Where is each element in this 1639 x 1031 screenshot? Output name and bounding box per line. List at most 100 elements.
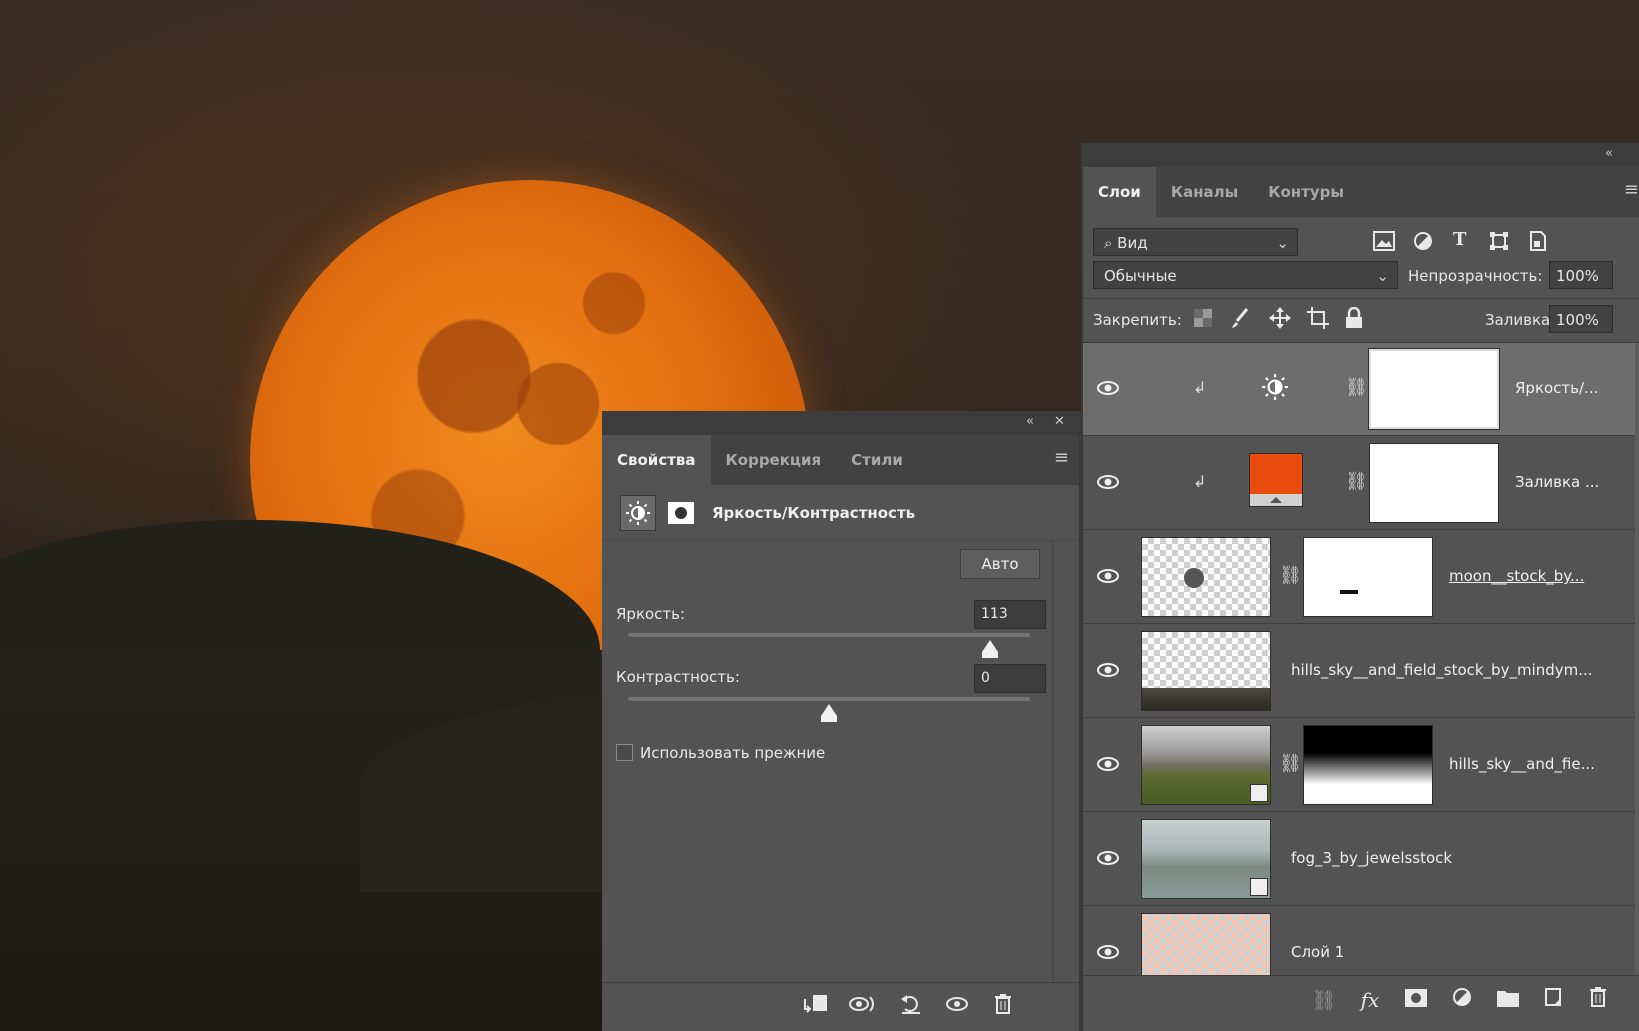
shape-layer-filter-icon[interactable]: [1489, 231, 1509, 256]
view-previous-state-icon[interactable]: [848, 993, 878, 1021]
visibility-eye-icon[interactable]: [1095, 563, 1121, 589]
visibility-eye-icon[interactable]: [1095, 469, 1121, 495]
adjustment-layer-filter-icon[interactable]: [1413, 231, 1433, 256]
layer-row[interactable]: ↲ ⛓ Заливка ...: [1083, 437, 1639, 530]
brightness-adjustment-icon[interactable]: [620, 494, 656, 531]
new-group-icon[interactable]: [1493, 986, 1523, 1014]
contrast-input[interactable]: 0: [974, 664, 1046, 693]
lock-all-icon[interactable]: [1345, 306, 1363, 334]
opacity-input[interactable]: 100%: [1549, 261, 1613, 289]
layer-name[interactable]: hills_sky__and_field_stock_by_mindym...: [1291, 661, 1593, 679]
fill-color-swatch[interactable]: [1249, 453, 1303, 507]
layer-name[interactable]: Слой 1: [1291, 943, 1344, 961]
layer-mask-thumbnail[interactable]: [1303, 537, 1433, 617]
layer-thumbnail[interactable]: [1141, 913, 1271, 976]
brightness-slider-thumb[interactable]: [981, 640, 998, 658]
tab-properties[interactable]: Свойства: [602, 435, 711, 485]
layer-mask-thumbnail[interactable]: [1369, 443, 1499, 523]
layers-list: ↲ ⛓ Яркость/... ↲ ⛓ Заливка ... ⛓ moon__…: [1083, 343, 1639, 976]
visibility-eye-icon[interactable]: [1095, 657, 1121, 683]
visibility-eye-icon[interactable]: [1095, 375, 1121, 401]
chevron-down-icon: ⌄: [1376, 267, 1389, 285]
brightness-input[interactable]: 113: [974, 600, 1046, 629]
panel-menu-icon[interactable]: ≡: [1624, 179, 1639, 200]
layer-row[interactable]: ⛓ hills_sky__and_fie...: [1083, 719, 1639, 812]
properties-tabs: Свойства Коррекция Стили ≡: [602, 435, 1079, 485]
delete-icon[interactable]: [988, 993, 1018, 1021]
lock-artboard-icon[interactable]: [1307, 307, 1329, 334]
blend-mode-select[interactable]: Обычные ⌄: [1093, 261, 1398, 289]
layer-mask-thumbnail[interactable]: [1368, 348, 1500, 430]
fill-label: Заливка:: [1485, 311, 1556, 329]
link-chain-icon[interactable]: ⛓: [1345, 377, 1368, 398]
layer-row[interactable]: hills_sky__and_field_stock_by_mindym...: [1083, 625, 1639, 718]
lock-transparent-pixels-icon[interactable]: [1194, 309, 1212, 332]
layer-thumbnail[interactable]: [1141, 537, 1271, 617]
link-chain-icon[interactable]: ⛓: [1279, 753, 1302, 774]
auto-button[interactable]: Авто: [960, 549, 1040, 579]
layers-panel: « Слои Каналы Контуры ≡ ⌕ Вид ⌄ T Обычны…: [1081, 143, 1639, 1031]
opacity-value: 100%: [1556, 267, 1599, 285]
layer-name[interactable]: moon__stock_by...: [1449, 567, 1584, 585]
panel-header: «: [1083, 143, 1639, 167]
reset-icon[interactable]: [896, 993, 926, 1021]
close-icon[interactable]: ✕: [1054, 414, 1065, 429]
link-chain-icon[interactable]: ⛓: [1345, 471, 1368, 492]
link-chain-icon[interactable]: ⛓: [1279, 565, 1302, 586]
fill-value: 100%: [1556, 311, 1599, 329]
fill-input[interactable]: 100%: [1549, 305, 1613, 333]
layer-row[interactable]: fog_3_by_jewelsstock: [1083, 813, 1639, 906]
filter-label: Вид: [1117, 234, 1148, 252]
toggle-visibility-icon[interactable]: [942, 993, 972, 1021]
use-legacy-checkbox[interactable]: [616, 744, 633, 761]
link-layers-icon[interactable]: ⛓: [1309, 986, 1339, 1014]
layer-row[interactable]: ↲ ⛓ Яркость/...: [1083, 343, 1639, 436]
clip-to-layer-icon[interactable]: [800, 993, 830, 1021]
layer-row[interactable]: ⛓ moon__stock_by...: [1083, 531, 1639, 624]
blend-mode-value: Обычные: [1104, 267, 1177, 285]
pixel-layer-filter-icon[interactable]: [1373, 231, 1395, 256]
contrast-slider-thumb[interactable]: [821, 704, 837, 722]
layer-thumbnail[interactable]: [1141, 631, 1271, 711]
brightness-slider-track[interactable]: [628, 633, 1030, 637]
tab-paths[interactable]: Контуры: [1253, 167, 1359, 217]
new-layer-icon[interactable]: [1539, 986, 1569, 1014]
layer-name[interactable]: Заливка ...: [1515, 473, 1599, 491]
lock-image-pixels-icon[interactable]: [1231, 307, 1251, 334]
tab-channels[interactable]: Каналы: [1156, 167, 1253, 217]
smart-object-badge-icon: [1250, 878, 1268, 896]
delete-layer-icon[interactable]: [1583, 986, 1613, 1014]
new-adjustment-layer-icon[interactable]: [1447, 986, 1477, 1014]
contrast-label: Контрастность:: [616, 668, 740, 686]
collapse-icon[interactable]: «: [1026, 414, 1034, 429]
fx-icon[interactable]: fx: [1355, 986, 1385, 1014]
clipping-arrow-icon: ↲: [1193, 378, 1207, 397]
layers-scrollbar[interactable]: [1635, 343, 1639, 973]
tab-styles[interactable]: Стили: [836, 435, 918, 485]
layers-bottom-bar: ⛓ fx: [1083, 975, 1639, 1031]
type-layer-filter-icon[interactable]: T: [1453, 229, 1466, 250]
lock-position-icon[interactable]: [1269, 307, 1291, 334]
mask-icon[interactable]: [664, 495, 698, 530]
layer-row[interactable]: Слой 1: [1083, 907, 1639, 976]
layer-name[interactable]: hills_sky__and_fie...: [1449, 755, 1595, 773]
layer-name[interactable]: Яркость/...: [1515, 379, 1598, 397]
layer-thumbnail[interactable]: [1141, 725, 1271, 805]
search-icon: ⌕: [1104, 234, 1118, 252]
brightness-contrast-icon: [1261, 373, 1289, 405]
layer-thumbnail[interactable]: [1141, 819, 1271, 899]
visibility-eye-icon[interactable]: [1095, 751, 1121, 777]
add-mask-icon[interactable]: [1401, 986, 1431, 1014]
layer-filter-select[interactable]: ⌕ Вид ⌄: [1093, 228, 1298, 256]
tab-layers[interactable]: Слои: [1083, 167, 1156, 217]
visibility-eye-icon[interactable]: [1095, 939, 1121, 965]
smart-object-filter-icon[interactable]: [1529, 231, 1547, 256]
panel-menu-icon[interactable]: ≡: [1054, 447, 1069, 468]
layer-name[interactable]: fog_3_by_jewelsstock: [1291, 849, 1452, 867]
collapse-icon[interactable]: «: [1605, 146, 1613, 161]
visibility-eye-icon[interactable]: [1095, 845, 1121, 871]
layer-mask-thumbnail[interactable]: [1303, 725, 1433, 805]
tab-adjustments[interactable]: Коррекция: [711, 435, 837, 485]
layers-tabs: Слои Каналы Контуры ≡: [1083, 167, 1639, 217]
contrast-slider-track[interactable]: [628, 697, 1030, 701]
